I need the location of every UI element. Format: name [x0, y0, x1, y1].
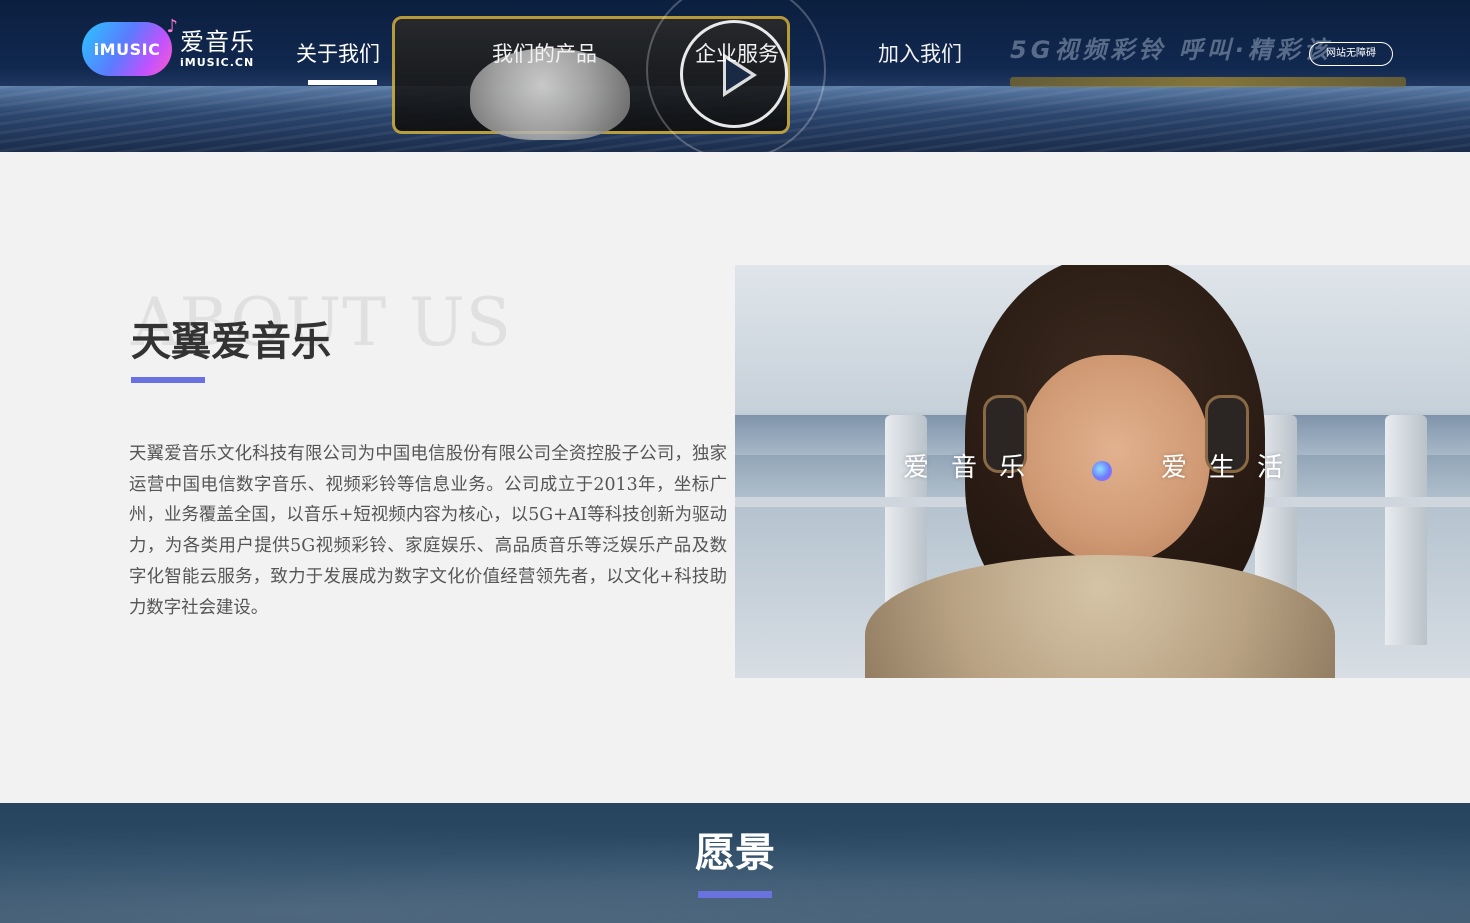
nav-active-indicator	[308, 80, 377, 85]
music-note-icon: ♪	[166, 16, 179, 37]
vision-section: 愿景	[0, 803, 1470, 923]
slogan-dot-icon	[1092, 461, 1112, 481]
photo-railing-post	[1385, 415, 1427, 645]
photo-slogan-left: 爱音乐	[903, 453, 1048, 483]
nav-item-join[interactable]: 加入我们	[878, 38, 962, 68]
accessibility-button[interactable]: 网站无障碍	[1309, 42, 1393, 66]
about-description: 天翼爱音乐文化科技有限公司为中国电信股份有限公司全资控股子公司，独家运营中国电信…	[129, 444, 727, 618]
nav-item-products[interactable]: 我们的产品	[492, 38, 597, 68]
play-icon[interactable]	[680, 20, 788, 128]
photo-slogan-right: 爱生活	[1161, 453, 1306, 483]
about-title: 天翼爱音乐	[131, 319, 331, 365]
vision-title-underline	[698, 891, 772, 898]
vision-title: 愿景	[695, 830, 775, 876]
play-triangle-inner	[726, 59, 751, 91]
about-photo: 爱音乐 爱生活	[735, 265, 1470, 678]
header-banner: 5G视频彩铃 呼叫·精彩该 iMUSIC ♪ 爱音乐 iMUSIC.CN 关于我…	[0, 0, 1470, 152]
about-title-underline	[131, 377, 205, 383]
nav-item-about[interactable]: 关于我们	[296, 38, 380, 68]
